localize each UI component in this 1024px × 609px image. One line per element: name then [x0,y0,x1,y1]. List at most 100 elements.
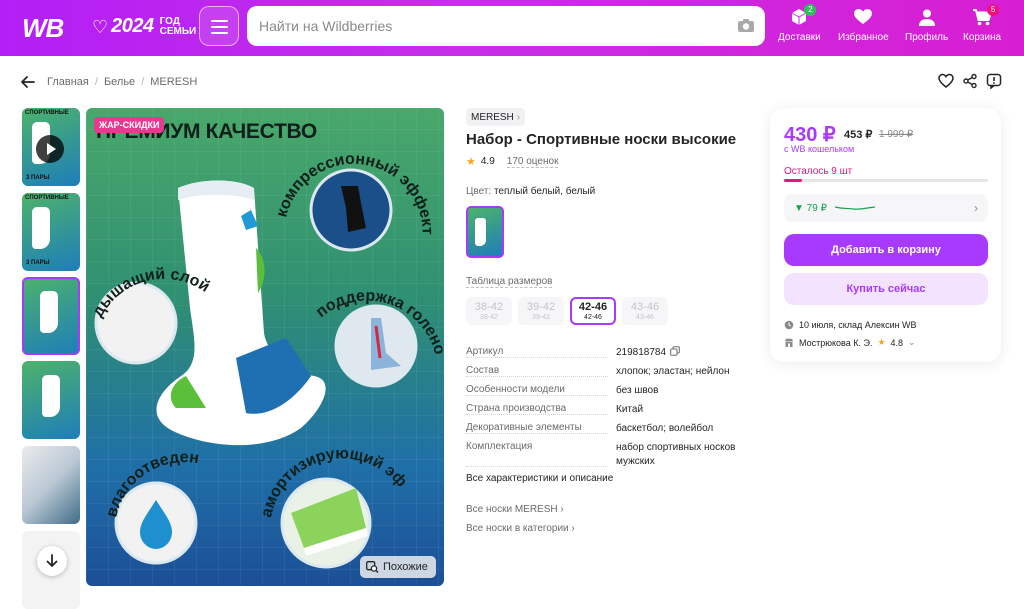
cart-badge: 5 [987,4,1000,16]
year-of-family-logo[interactable]: ♡ 2024 ГОД СЕМЬИ [92,15,204,38]
box-icon: 2 [788,4,817,27]
sock-image [475,218,486,246]
share-icon[interactable] [962,73,978,89]
brand-link[interactable]: MERESH › [466,108,526,126]
similar-label: Похожие [383,561,428,573]
thumbnail-image[interactable] [22,361,80,439]
spec-key: Особенности модели [466,384,616,398]
scroll-down-button[interactable] [37,546,67,576]
nav-label: Избранное [838,32,889,43]
chevron-down-icon: ⌄ [908,337,916,347]
similar-button[interactable]: Похожие [360,556,436,578]
spec-key: Артикул [466,346,616,360]
color-option-selected[interactable] [466,206,504,258]
seller-name: Мострюкова К. Э. [799,337,873,348]
size-option[interactable]: 39-42 39-42 [518,297,564,325]
product-rating: ★ 4.9 170 оценок [466,155,559,168]
spec-key: Состав [466,365,616,379]
delivery-info: 10 июля, склад Алексин WB [784,320,917,330]
thumbnail-image[interactable] [22,446,80,524]
spec-key-text: Особенности модели [466,384,569,395]
report-icon[interactable] [986,73,1002,89]
spec-row: Состав хлопок; эластан; нейлон [466,365,756,379]
clock-icon [784,320,794,330]
color-label: Цвет: [466,186,492,197]
spec-value: набор спортивных носков мужских [616,442,736,467]
reviews-link[interactable]: 170 оценок [506,156,559,168]
size-option[interactable]: 38-42 38-42 [466,297,512,325]
spec-row: Декоративные элементы баскетбол; волейбо… [466,422,756,436]
add-to-cart-button[interactable]: Добавить в корзину [784,234,988,266]
size-table-link[interactable]: Таблица размеров [466,276,553,288]
spec-value: баскетбол; волейбол [616,423,714,434]
spec-key: Страна производства [466,403,616,417]
product-actions [938,73,1002,89]
user-icon [916,7,938,27]
chevron-right-icon: › [516,111,521,123]
breadcrumb-home[interactable]: Главная [47,76,89,88]
color-value: теплый белый, белый [493,186,596,197]
article-number[interactable]: 219818784 [616,346,666,360]
category-items-link[interactable]: Все носки в категории › [466,523,575,534]
spec-key-text: Состав [466,365,504,376]
spec-value: 219818784 [616,346,746,360]
size-option[interactable]: 43-46 43-46 [622,297,668,325]
heart-icon [852,7,874,27]
breadcrumb: Главная / Белье / MERESH [47,76,197,88]
spec-key-text: Артикул [466,346,508,357]
wallet-note[interactable]: с WB кошельком [784,144,854,154]
size-eu: 38-42 [474,301,504,313]
size-option-selected[interactable]: 42-46 42-46 [570,297,616,325]
buy-now-button[interactable]: Купить сейчас [784,273,988,305]
sock-image [32,207,50,249]
spec-value: без швов [616,385,659,396]
spec-key: Комплектация [466,441,616,469]
nav-label: Профиль [905,32,949,43]
main-product-image[interactable]: ПРЕМИУМ КАЧЕСТВО ЖАР-СКИДКИ компрессионн… [86,108,444,586]
nav-favorites[interactable]: Избранное [838,7,889,43]
thumb-caption: СПОРТИВНЫЕ [25,195,69,201]
chevron-right-icon: › [571,523,575,534]
spec-key: Декоративные элементы [466,422,616,436]
chevron-right-icon: › [974,201,978,215]
cart-icon: 5 [971,4,1000,27]
camera-search-icon[interactable] [737,18,755,33]
wb-logo[interactable]: WB [22,13,64,44]
breadcrumb-separator: / [141,76,145,88]
delivery-text: 10 июля, склад Алексин WB [799,320,917,330]
price-history-button[interactable]: ▼ 79 ₽ › [784,194,988,222]
back-arrow-icon[interactable] [20,74,36,90]
size-eu: 39-42 [526,301,556,313]
search-input[interactable] [259,6,719,46]
shop-icon [785,338,793,347]
spec-key-text: Декоративные элементы [466,422,586,433]
color-info: Цвет: теплый белый, белый [466,186,595,197]
seller-info[interactable]: Мострюкова К. Э. ★ 4.8 ⌄ [784,337,916,348]
rating-value: 4.9 [480,156,495,167]
spec-value: хлопок; эластан; нейлон [616,366,730,377]
star-icon: ★ [466,156,476,168]
stock-bar-fill [784,179,803,182]
thumb-pairs-label: 3 ПАРЫ [26,260,50,266]
size-selector: 38-42 38-42 39-42 39-42 42-46 42-46 43-4… [466,297,668,325]
top-header: WB ♡ 2024 ГОД СЕМЬИ 2 Доставки Избранное [0,0,1024,56]
spec-row: Страна производства Китай [466,403,756,417]
thumbnail-image-selected[interactable] [22,277,80,355]
breadcrumb-category[interactable]: Белье [104,76,135,88]
nav-deliveries[interactable]: 2 Доставки [778,4,821,43]
play-icon[interactable] [36,135,64,163]
category-items-label: Все носки в категории [466,523,569,534]
nav-profile[interactable]: Профиль [905,7,948,43]
menu-button[interactable] [199,6,239,46]
thumbnail-video[interactable]: СПОРТИВНЫЕ 3 ПАРЫ [22,108,80,186]
seller-rating: 4.8 [890,337,904,348]
sock-image [40,291,58,333]
thumbnail-image[interactable]: СПОРТИВНЫЕ 3 ПАРЫ [22,193,80,271]
favorite-heart-icon[interactable] [938,73,954,89]
all-characteristics-link[interactable]: Все характеристики и описание [466,473,613,484]
nav-cart[interactable]: 5 Корзина [963,4,1001,43]
breadcrumb-brand[interactable]: MERESH [150,76,197,88]
brand-items-link[interactable]: Все носки MERESH › [466,504,564,515]
copy-icon[interactable] [670,346,680,356]
stock-left: Осталось 9 шт [784,166,853,177]
